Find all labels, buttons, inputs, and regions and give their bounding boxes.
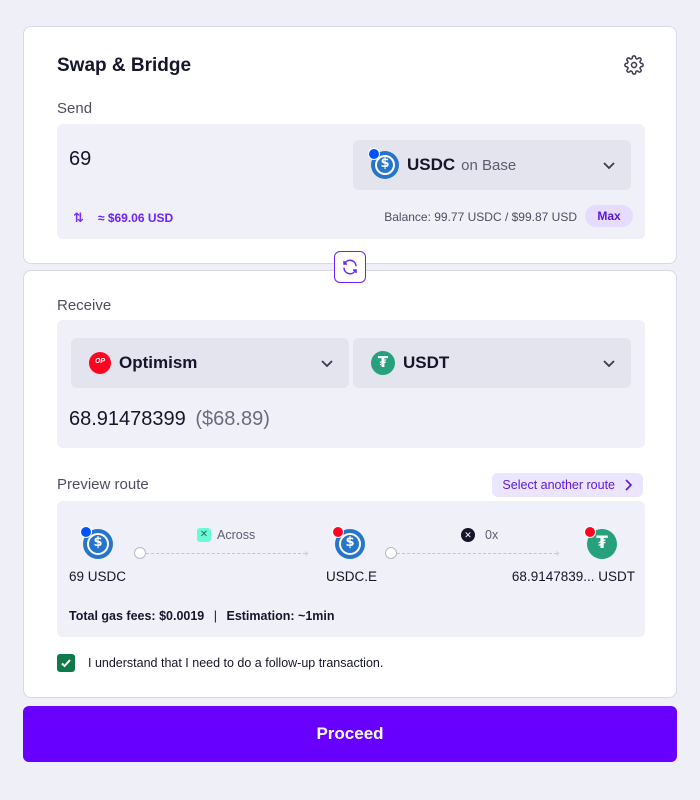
provider-0x: ✕ 0x [461,528,498,542]
route-step-destination: ₮ [584,526,617,559]
receive-network-select[interactable]: OP Optimism [71,338,349,388]
usdc-icon: $ [368,148,399,179]
route-step-source-label: 69 USDC [69,569,127,584]
usdc-icon: $ [80,526,113,559]
route-preview-panel: $ 69 USDC › ✕ Across $ USDC.E › ✕ 0x ₮ 6… [57,501,645,637]
acknowledge-label: I understand that I need to do a follow-… [88,656,384,670]
usdt-icon: ₮ [371,351,395,375]
route-dot [385,547,397,559]
usdt-icon: ₮ [584,526,617,559]
swap-arrows-icon[interactable]: ⇅ [73,210,84,226]
max-button[interactable]: Max [585,205,633,227]
route-step-source: $ [80,526,113,559]
receive-amount-usd: ($68.89) [195,408,270,430]
receive-card: Receive OP Optimism ₮ USDT 68.91478399 (… [23,270,677,698]
send-token-symbol: USDC [407,155,456,174]
send-panel: $ USDC on Base ⇅ ≈ $69.06 USD Balance: 9… [57,124,645,239]
arrow-right-icon: › [556,548,560,559]
send-token-select[interactable]: $ USDC on Base [353,140,631,190]
base-icon [80,526,92,538]
provider-0x-label: 0x [485,528,499,542]
chevron-down-icon [603,162,615,170]
receive-section-label: Receive [57,297,112,314]
chevron-right-icon [625,479,633,491]
preview-route-label: Preview route [57,476,149,493]
separator: | [213,609,217,623]
optimism-icon: OP [89,352,111,374]
receive-token-select[interactable]: ₮ USDT [353,338,631,388]
usdc-icon: $ [332,526,365,559]
proceed-button[interactable]: Proceed [23,706,677,762]
arrow-right-icon: › [305,548,309,559]
0x-icon: ✕ [461,528,475,542]
gas-fees-text: Total gas fees: $0.0019 [69,609,205,623]
balance-text: Balance: 99.77 USDC / $99.87 USD [384,210,577,224]
route-step-intermediate: $ [332,526,365,559]
refresh-icon [343,259,357,275]
acknowledge-checkbox[interactable] [57,654,75,672]
route-dot [134,547,146,559]
send-card: Swap & Bridge Send $ USDC on Base ⇅ ≈ $6… [23,26,677,264]
receive-panel: OP Optimism ₮ USDT 68.91478399 ($68.89) [57,320,645,448]
route-step-destination-label: 68.9147839... USDT [511,569,635,584]
receive-token-symbol: USDT [403,353,450,372]
select-another-route-button[interactable]: Select another route [492,473,643,497]
send-amount-input[interactable] [69,148,329,171]
gas-estimate: Total gas fees: $0.0019 | Estimation: ~1… [69,609,335,623]
select-another-route-label: Select another route [502,478,615,492]
provider-across: ✕ Across [197,528,255,542]
route-line [397,553,557,554]
receive-amount: 68.91478399 ($68.89) [69,408,270,431]
provider-across-label: Across [217,528,256,542]
base-icon [368,148,380,160]
usd-estimate-text: ≈ $69.06 USD [97,211,174,225]
receive-network-label: Optimism [119,353,198,372]
route-step-intermediate-label: USDC.E [326,569,378,584]
receive-amount-value: 68.91478399 [69,408,186,430]
flip-direction-button[interactable] [334,251,366,283]
estimation-text: Estimation: ~1min [226,609,335,623]
optimism-icon [584,526,596,538]
send-token-network: on Base [461,156,517,174]
chevron-down-icon [603,360,615,368]
across-icon: ✕ [197,528,211,542]
send-section-label: Send [57,100,93,117]
optimism-icon [332,526,344,538]
usd-estimate: ⇅ ≈ $69.06 USD [73,210,173,226]
settings-gear-icon[interactable] [624,55,644,75]
chevron-down-icon [321,360,333,368]
page-title: Swap & Bridge [57,55,192,76]
checkmark-icon [61,659,71,668]
route-line [146,553,306,554]
